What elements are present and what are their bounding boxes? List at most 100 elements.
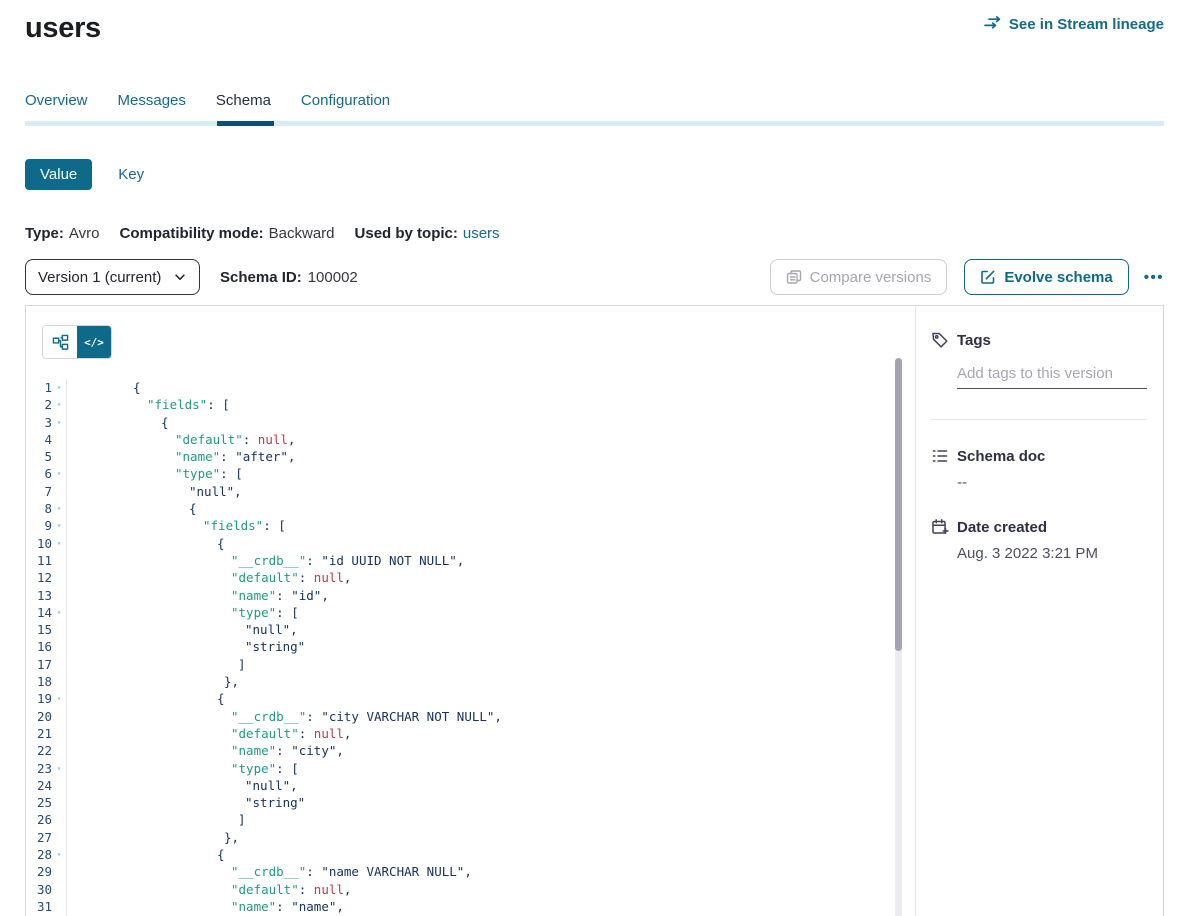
code-line: 17] — [26, 656, 915, 673]
code-line: 6▾"type": [ — [26, 465, 915, 482]
used-by-topic-label: Used by topic: — [355, 225, 458, 242]
fold-spacer — [52, 708, 67, 725]
fold-arrow-icon[interactable]: ▾ — [52, 500, 67, 517]
code-line: 14▾"type": [ — [26, 604, 915, 621]
schema-detail-panel: </> 1▾{2▾"fields": [3▾{4"default": null,… — [25, 305, 1164, 916]
tree-view-icon — [52, 334, 69, 351]
code-text: "fields": [ — [67, 396, 230, 413]
list-icon — [931, 447, 949, 465]
code-line: 2▾"fields": [ — [26, 396, 915, 413]
fold-arrow-icon[interactable]: ▾ — [52, 846, 67, 863]
fold-spacer — [52, 448, 67, 465]
tab-underline-track — [25, 121, 1164, 126]
fold-arrow-icon[interactable]: ▾ — [52, 379, 67, 396]
tab-configuration[interactable]: Configuration — [301, 92, 390, 109]
more-options-button[interactable]: ••• — [1144, 270, 1164, 285]
code-text: "type": [ — [67, 760, 299, 777]
code-scrollbar-thumb[interactable] — [895, 358, 902, 651]
line-number: 11 — [26, 552, 52, 569]
code-text: "null", — [67, 777, 298, 794]
code-text: "default": null, — [67, 431, 295, 448]
tab-messages[interactable]: Messages — [118, 92, 186, 109]
code-text: "__crdb__": "city VARCHAR NOT NULL", — [67, 708, 502, 725]
schema-id: Schema ID: 100002 — [220, 269, 358, 286]
key-tab-link[interactable]: Key — [118, 166, 144, 183]
code-line: 23▾"type": [ — [26, 760, 915, 777]
code-view-icon: </> — [84, 336, 104, 349]
line-number: 19 — [26, 690, 52, 707]
schema-doc-value: -- — [957, 474, 1147, 491]
fold-arrow-icon[interactable]: ▾ — [52, 604, 67, 621]
line-number: 25 — [26, 794, 52, 811]
compare-versions-button[interactable]: Compare versions — [770, 259, 948, 295]
line-number: 30 — [26, 881, 52, 898]
line-number: 24 — [26, 777, 52, 794]
code-line: 9▾"fields": [ — [26, 517, 915, 534]
code-text: "type": [ — [67, 465, 243, 482]
line-number: 14 — [26, 604, 52, 621]
fold-spacer — [52, 794, 67, 811]
fold-spacer — [52, 569, 67, 586]
line-number: 1 — [26, 379, 52, 396]
schema-doc-heading-label: Schema doc — [957, 448, 1045, 465]
code-text: "default": null, — [67, 725, 351, 742]
see-in-stream-lineage-link[interactable]: See in Stream lineage — [984, 16, 1164, 33]
code-text: "fields": [ — [67, 517, 286, 534]
value-tab-button[interactable]: Value — [25, 159, 92, 190]
used-by-topic-link[interactable]: users — [463, 225, 500, 242]
tag-icon — [931, 331, 949, 349]
code-text: "__crdb__": "name VARCHAR NULL", — [67, 863, 472, 880]
code-line: 20 "__crdb__": "city VARCHAR NOT NULL", — [26, 708, 915, 725]
version-select[interactable]: Version 1 (current) — [25, 259, 200, 295]
fold-spacer — [52, 829, 67, 846]
line-number: 16 — [26, 638, 52, 655]
line-number: 27 — [26, 829, 52, 846]
code-view-button[interactable]: </> — [77, 326, 111, 358]
line-number: 9 — [26, 517, 52, 534]
code-text: ] — [67, 811, 246, 828]
compatibility-value: Backward — [269, 225, 335, 242]
fold-arrow-icon[interactable]: ▾ — [52, 465, 67, 482]
fold-arrow-icon[interactable]: ▾ — [52, 535, 67, 552]
tab-schema[interactable]: Schema — [216, 92, 271, 109]
code-text: "default": null, — [67, 881, 351, 898]
fold-arrow-icon[interactable]: ▾ — [52, 517, 67, 534]
line-number: 12 — [26, 569, 52, 586]
chevron-down-icon — [173, 270, 187, 284]
fold-arrow-icon[interactable]: ▾ — [52, 414, 67, 431]
code-line: 4"default": null, — [26, 431, 915, 448]
type-value: Avro — [69, 225, 100, 242]
line-number: 5 — [26, 448, 52, 465]
code-line: 28▾{ — [26, 846, 915, 863]
active-tab-underline — [217, 121, 274, 126]
version-select-value: Version 1 (current) — [38, 269, 161, 286]
page-title: users — [25, 12, 101, 45]
line-number: 23 — [26, 760, 52, 777]
fold-arrow-icon[interactable]: ▾ — [52, 396, 67, 413]
schema-id-label: Schema ID: — [220, 269, 302, 286]
date-created-section: Date created Aug. 3 2022 3:21 PM — [931, 518, 1147, 562]
line-number: 7 — [26, 483, 52, 500]
code-line: 1▾{ — [26, 379, 915, 396]
tree-view-button[interactable] — [43, 326, 77, 358]
add-tags-input[interactable] — [957, 362, 1147, 389]
schema-view-toggle: </> — [42, 325, 112, 359]
date-created-value: Aug. 3 2022 3:21 PM — [957, 545, 1147, 562]
line-number: 17 — [26, 656, 52, 673]
schema-id-value: 100002 — [308, 269, 358, 286]
evolve-schema-button[interactable]: Evolve schema — [964, 259, 1128, 295]
fold-spacer — [52, 863, 67, 880]
code-text: { — [67, 379, 141, 396]
fold-arrow-icon[interactable]: ▾ — [52, 690, 67, 707]
code-text: { — [67, 500, 197, 517]
compare-versions-label: Compare versions — [810, 269, 932, 286]
fold-arrow-icon[interactable]: ▾ — [52, 760, 67, 777]
line-number: 26 — [26, 811, 52, 828]
meta-type: Type: Avro — [25, 225, 99, 242]
stream-lineage-icon — [984, 16, 1002, 33]
line-number: 20 — [26, 708, 52, 725]
code-scrollbar-track[interactable] — [895, 358, 902, 916]
code-text: }, — [67, 829, 239, 846]
fold-spacer — [52, 552, 67, 569]
tab-overview[interactable]: Overview — [25, 92, 88, 109]
